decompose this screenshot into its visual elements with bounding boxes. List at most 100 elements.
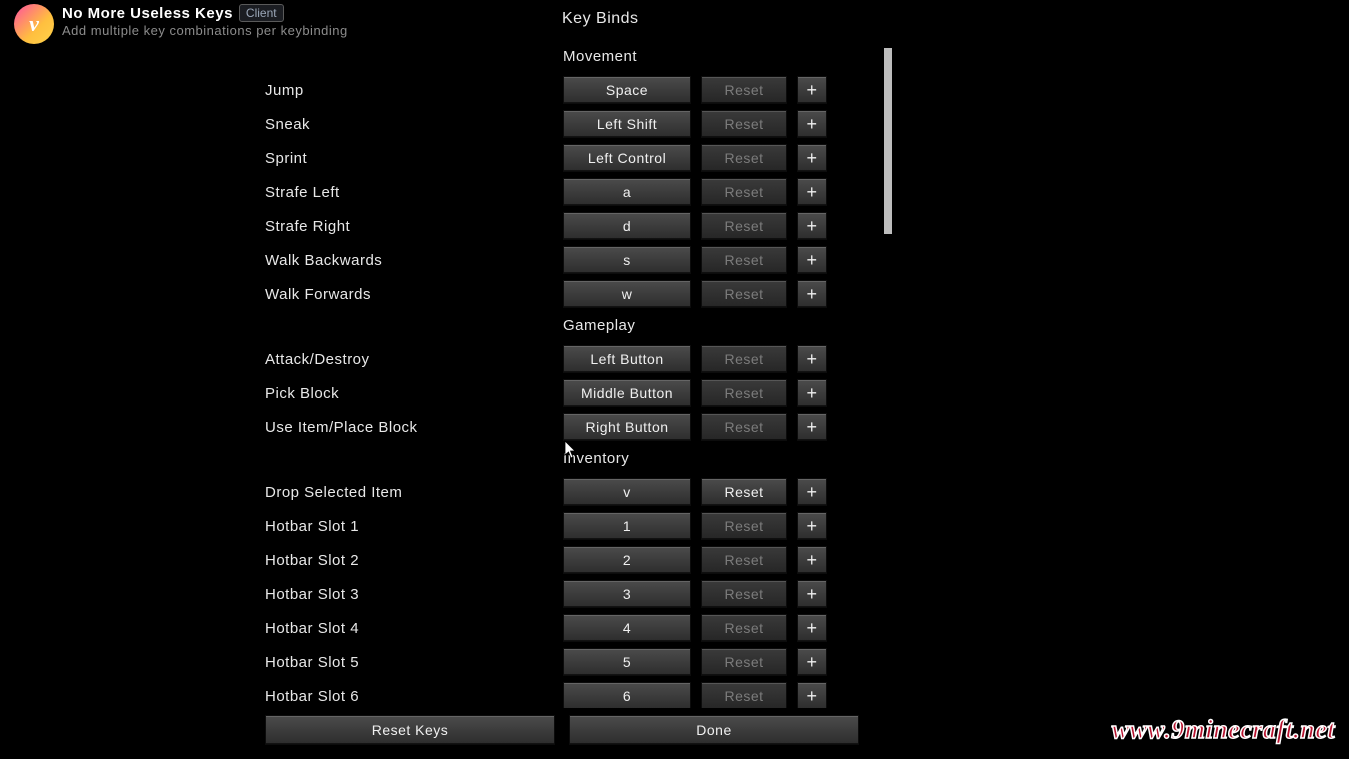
done-button[interactable]: Done <box>569 715 859 745</box>
keybind-label: Strafe Right <box>265 218 553 235</box>
keybind-list: Movement Jump Space Reset + Sneak Left Shift Re… <box>265 48 865 708</box>
key-button[interactable]: v <box>563 478 691 506</box>
keybind-label: Hotbar Slot 3 <box>265 586 553 603</box>
keybind-label: Attack/Destroy <box>265 351 553 368</box>
add-button[interactable]: + <box>797 682 827 708</box>
reset-button[interactable]: Reset <box>701 478 787 506</box>
reset-button[interactable]: Reset <box>701 345 787 373</box>
keybind-label: Hotbar Slot 5 <box>265 654 553 671</box>
mod-subtitle: Add multiple key combinations per keybin… <box>62 23 348 38</box>
key-button[interactable]: Left Button <box>563 345 691 373</box>
mod-name: No More Useless Keys <box>62 5 233 22</box>
reset-button[interactable]: Reset <box>701 212 787 240</box>
reset-button[interactable]: Reset <box>701 110 787 138</box>
keybind-label: Hotbar Slot 6 <box>265 688 553 705</box>
keybind-label: Use Item/Place Block <box>265 419 553 436</box>
keybind-label: Jump <box>265 82 553 99</box>
key-button[interactable]: Left Control <box>563 144 691 172</box>
mod-info: v No More Useless Keys Client Add multip… <box>14 4 348 44</box>
keybind-row: Drop Selected Item v Reset + <box>265 475 865 509</box>
add-button[interactable]: + <box>797 546 827 574</box>
add-button[interactable]: + <box>797 178 827 206</box>
key-button[interactable]: Right Button <box>563 413 691 441</box>
keybind-label: Walk Forwards <box>265 286 553 303</box>
keybind-row: Sprint Left Control Reset + <box>265 141 865 175</box>
keybind-label: Hotbar Slot 2 <box>265 552 553 569</box>
section-header: Gameplay <box>563 317 865 334</box>
key-button[interactable]: 6 <box>563 682 691 708</box>
reset-button[interactable]: Reset <box>701 178 787 206</box>
reset-button[interactable]: Reset <box>701 379 787 407</box>
keybind-label: Strafe Left <box>265 184 553 201</box>
reset-keys-button[interactable]: Reset Keys <box>265 715 555 745</box>
key-button[interactable]: w <box>563 280 691 308</box>
add-button[interactable]: + <box>797 478 827 506</box>
reset-button[interactable]: Reset <box>701 512 787 540</box>
keybind-label: Sneak <box>265 116 553 133</box>
key-button[interactable]: Left Shift <box>563 110 691 138</box>
keybind-row: Attack/Destroy Left Button Reset + <box>265 342 865 376</box>
scrollbar[interactable] <box>884 48 892 688</box>
page-title: Key Binds <box>562 10 639 28</box>
keybind-row: Hotbar Slot 5 5 Reset + <box>265 645 865 679</box>
keybind-label: Pick Block <box>265 385 553 402</box>
add-button[interactable]: + <box>797 580 827 608</box>
add-button[interactable]: + <box>797 246 827 274</box>
client-badge: Client <box>239 4 284 22</box>
add-button[interactable]: + <box>797 345 827 373</box>
key-button[interactable]: 2 <box>563 546 691 574</box>
mod-text: No More Useless Keys Client Add multiple… <box>62 4 348 38</box>
add-button[interactable]: + <box>797 413 827 441</box>
keybind-row: Use Item/Place Block Right Button Reset + <box>265 410 865 444</box>
add-button[interactable]: + <box>797 144 827 172</box>
reset-button[interactable]: Reset <box>701 413 787 441</box>
keybind-row: Strafe Right d Reset + <box>265 209 865 243</box>
reset-button[interactable]: Reset <box>701 682 787 708</box>
key-button[interactable]: 4 <box>563 614 691 642</box>
keybind-row: Sneak Left Shift Reset + <box>265 107 865 141</box>
keybind-row: Jump Space Reset + <box>265 73 865 107</box>
reset-button[interactable]: Reset <box>701 546 787 574</box>
keybind-label: Drop Selected Item <box>265 484 553 501</box>
keybind-label: Walk Backwards <box>265 252 553 269</box>
mod-icon: v <box>14 4 54 44</box>
reset-button[interactable]: Reset <box>701 648 787 676</box>
reset-button[interactable]: Reset <box>701 144 787 172</box>
add-button[interactable]: + <box>797 614 827 642</box>
reset-button[interactable]: Reset <box>701 280 787 308</box>
scrollbar-thumb[interactable] <box>884 48 892 234</box>
reset-button[interactable]: Reset <box>701 614 787 642</box>
keybind-row: Hotbar Slot 3 3 Reset + <box>265 577 865 611</box>
key-button[interactable]: 1 <box>563 512 691 540</box>
add-button[interactable]: + <box>797 280 827 308</box>
keybind-row: Walk Backwards s Reset + <box>265 243 865 277</box>
add-button[interactable]: + <box>797 110 827 138</box>
key-button[interactable]: Space <box>563 76 691 104</box>
section-header: Inventory <box>563 450 865 467</box>
add-button[interactable]: + <box>797 76 827 104</box>
add-button[interactable]: + <box>797 512 827 540</box>
key-button[interactable]: 5 <box>563 648 691 676</box>
keybind-row: Hotbar Slot 4 4 Reset + <box>265 611 865 645</box>
keybind-label: Sprint <box>265 150 553 167</box>
key-button[interactable]: 3 <box>563 580 691 608</box>
watermark: www.9minecraft.net <box>1112 715 1335 745</box>
keybind-row: Hotbar Slot 6 6 Reset + <box>265 679 865 708</box>
keybind-label: Hotbar Slot 4 <box>265 620 553 637</box>
keybind-label: Hotbar Slot 1 <box>265 518 553 535</box>
add-button[interactable]: + <box>797 212 827 240</box>
reset-button[interactable]: Reset <box>701 76 787 104</box>
section-header: Movement <box>563 48 865 65</box>
keybind-row: Pick Block Middle Button Reset + <box>265 376 865 410</box>
key-button[interactable]: s <box>563 246 691 274</box>
keybind-row: Hotbar Slot 2 2 Reset + <box>265 543 865 577</box>
add-button[interactable]: + <box>797 379 827 407</box>
key-button[interactable]: Middle Button <box>563 379 691 407</box>
reset-button[interactable]: Reset <box>701 580 787 608</box>
bottom-bar: Reset Keys Done <box>265 715 859 745</box>
reset-button[interactable]: Reset <box>701 246 787 274</box>
key-button[interactable]: a <box>563 178 691 206</box>
keybind-row: Walk Forwards w Reset + <box>265 277 865 311</box>
key-button[interactable]: d <box>563 212 691 240</box>
add-button[interactable]: + <box>797 648 827 676</box>
